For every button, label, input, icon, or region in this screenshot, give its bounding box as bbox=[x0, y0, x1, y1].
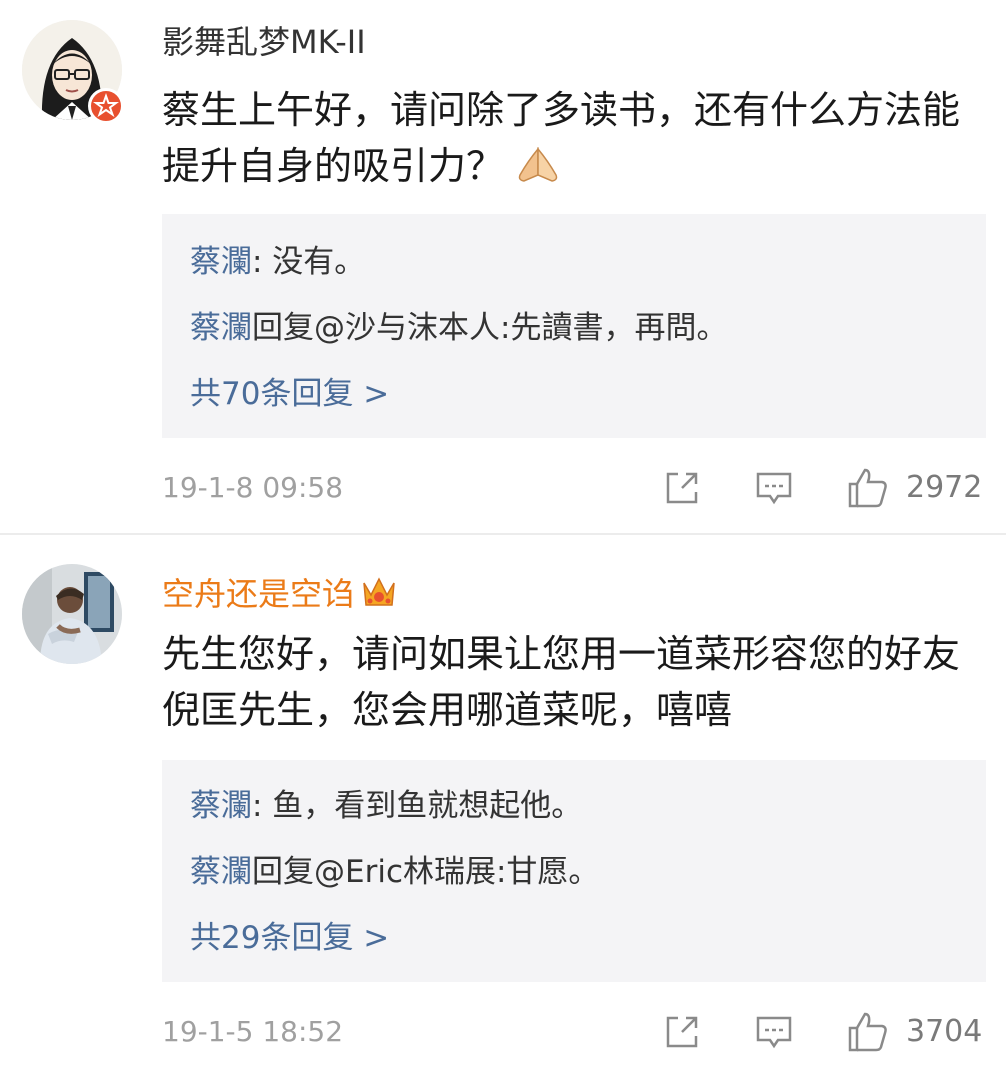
username[interactable]: 影舞乱梦MK-II bbox=[162, 22, 366, 62]
comment-footer: 19-1-8 09:58 2972 bbox=[0, 466, 1006, 510]
reply-item: 蔡瀾回复@沙与沫本人:先讀書，再問。 bbox=[190, 308, 727, 348]
reply-item: 蔡瀾回复@Eric林瑞展:甘愿。 bbox=[190, 852, 599, 892]
comment-footer: 19-1-5 18:52 3704 bbox=[0, 1010, 1006, 1054]
more-replies-link[interactable]: 共29条回复 > bbox=[190, 918, 389, 958]
reply-author[interactable]: 蔡瀾 bbox=[190, 244, 252, 280]
username-text: 空舟还是空诌 bbox=[162, 575, 355, 613]
reply-author[interactable]: 蔡瀾 bbox=[190, 788, 252, 824]
like-count: 2972 bbox=[906, 470, 983, 505]
username[interactable]: 空舟还是空诌 bbox=[162, 574, 398, 620]
more-replies-link[interactable]: 共70条回复 > bbox=[190, 374, 389, 414]
crown-badge-icon bbox=[360, 575, 398, 620]
reply-item: 蔡瀾: 没有。 bbox=[190, 242, 365, 282]
divider bbox=[0, 533, 1006, 535]
thumbs-up-icon[interactable] bbox=[846, 1010, 890, 1054]
reply-box: 蔡瀾: 没有。 蔡瀾回复@沙与沫本人:先讀書，再問。 共70条回复 > bbox=[162, 214, 986, 438]
reply-author[interactable]: 蔡瀾 bbox=[190, 310, 252, 346]
comment-text: 蔡生上午好，请问除了多读书，还有什么方法能提升自身的吸引力？ bbox=[162, 82, 982, 200]
comment-icon[interactable] bbox=[752, 466, 796, 510]
comment-item: 空舟还是空诌 先生您好，请问如果让您用一道菜形容您的好友倪匡先生，您会用哪道菜呢… bbox=[0, 536, 1006, 1072]
share-icon[interactable] bbox=[660, 1010, 704, 1054]
avatar[interactable] bbox=[22, 564, 122, 664]
comment-item: 影舞乱梦MK-II 蔡生上午好，请问除了多读书，还有什么方法能提升自身的吸引力？… bbox=[0, 0, 1006, 534]
reply-text: : 鱼，看到鱼就想起他。 bbox=[252, 788, 583, 824]
reply-text: 回复@沙与沫本人:先讀書，再問。 bbox=[252, 310, 728, 346]
like-count: 3704 bbox=[906, 1014, 983, 1049]
timestamp: 19-1-8 09:58 bbox=[162, 471, 344, 504]
reply-text: 回复@Eric林瑞展:甘愿。 bbox=[252, 854, 600, 890]
person-photo-avatar bbox=[22, 564, 122, 664]
timestamp: 19-1-5 18:52 bbox=[162, 1015, 344, 1048]
reply-author[interactable]: 蔡瀾 bbox=[190, 854, 252, 890]
reply-item: 蔡瀾: 鱼，看到鱼就想起他。 bbox=[190, 786, 582, 826]
share-icon[interactable] bbox=[660, 466, 704, 510]
reply-text: : 没有。 bbox=[252, 244, 366, 280]
verified-badge-icon bbox=[88, 88, 124, 124]
reply-box: 蔡瀾: 鱼，看到鱼就想起他。 蔡瀾回复@Eric林瑞展:甘愿。 共29条回复 > bbox=[162, 760, 986, 982]
comment-text: 先生您好，请问如果让您用一道菜形容您的好友倪匡先生，您会用哪道菜呢，嘻嘻 bbox=[162, 632, 961, 732]
thumbs-up-icon[interactable] bbox=[846, 466, 890, 510]
comment-icon[interactable] bbox=[752, 1010, 796, 1054]
praying-hands-emoji bbox=[514, 144, 562, 200]
